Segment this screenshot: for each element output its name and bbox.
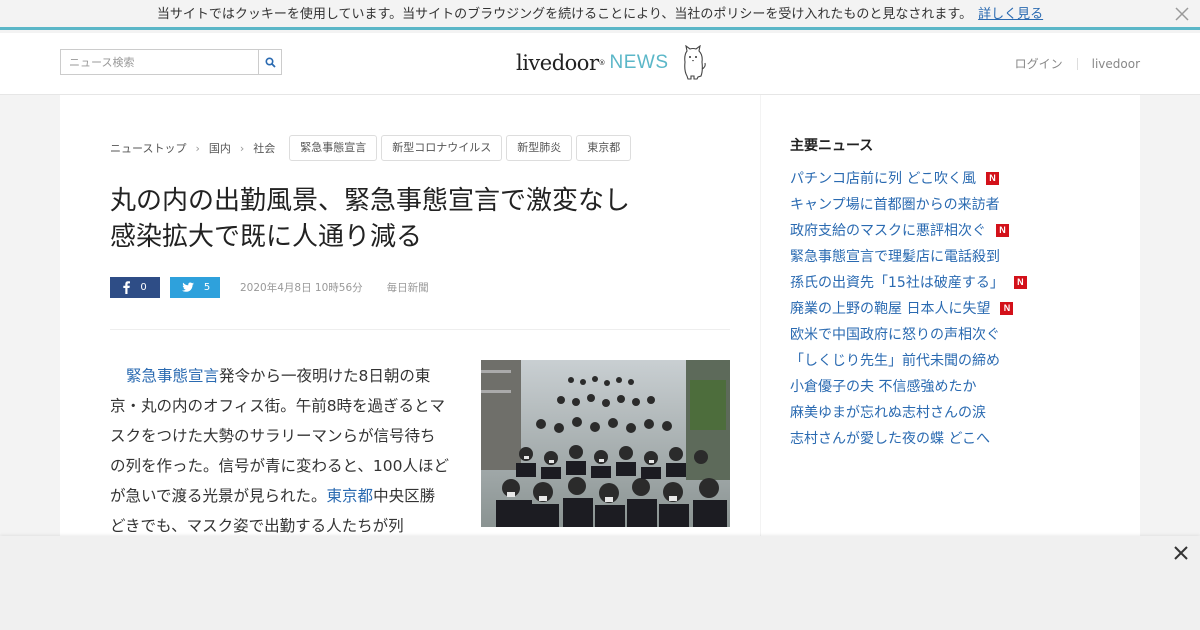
article-meta: 2020年4月8日 10時56分 毎日新聞	[240, 280, 429, 295]
twitter-count: 5	[203, 282, 211, 293]
top-news-list: パチンコ店前に列 どこ吹く風 N キャンプ場に首都圏からの来訪者 政府支給のマスク…	[790, 165, 1027, 451]
search-button[interactable]	[258, 49, 282, 75]
chevron-right-icon: ›	[239, 141, 245, 155]
divider	[110, 329, 730, 330]
list-item: キャンプ場に首都圏からの来訪者	[790, 191, 1027, 217]
search-box	[60, 49, 282, 75]
tag-emergency-declaration[interactable]: 緊急事態宣言	[289, 135, 378, 161]
breadcrumb-society[interactable]: 社会	[253, 140, 275, 156]
tag-tokyo[interactable]: 東京都	[576, 135, 632, 161]
cookie-banner: 当サイトではクッキーを使用しています。当サイトのブラウジングを続けることにより、…	[0, 0, 1200, 30]
tag-pneumonia[interactable]: 新型肺炎	[506, 135, 573, 161]
search-icon	[264, 56, 276, 68]
login-link[interactable]: ログイン	[1015, 55, 1063, 72]
list-item: 欧米で中国政府に怒りの声相次ぐ	[790, 321, 1027, 347]
list-item: パチンコ店前に列 どこ吹く風 N	[790, 165, 1027, 191]
tag-coronavirus[interactable]: 新型コロナウイルス	[381, 135, 503, 161]
article-source[interactable]: 毎日新聞	[387, 280, 429, 295]
facebook-icon	[123, 281, 131, 294]
new-badge: N	[996, 223, 1009, 237]
list-item: 緊急事態宣言で理髪店に電話殺到	[790, 243, 1027, 269]
list-item: 孫氏の出資先「15社は破産する」 N	[790, 269, 1027, 295]
twitter-share-button[interactable]: 5	[170, 277, 220, 298]
livedoor-link[interactable]: livedoor	[1092, 57, 1140, 71]
list-item: 「しくじり先生」前代未聞の締め	[790, 347, 1027, 373]
list-item: 志村さんが愛した夜の蝶 どこへ	[790, 425, 1027, 451]
article-title: 丸の内の出勤風景、緊急事態宣言で激変なし 感染拡大で既に人通り減る	[110, 183, 710, 255]
keyword-link-tokyo[interactable]: 東京都	[327, 487, 374, 505]
list-item: 小倉優子の夫 不信感強めたか	[790, 373, 1027, 399]
share-bar: 0 5 2020年4月8日 10時56分 毎日新聞	[110, 277, 429, 298]
cookie-message: 当サイトではクッキーを使用しています。当サイトのブラウジングを続けることにより、…	[156, 7, 973, 22]
list-item: 麻美ゆまが忘れぬ志村さんの涙	[790, 399, 1027, 425]
news-link[interactable]: 志村さんが愛した夜の蝶 どこへ	[790, 428, 990, 448]
body-paragraph-part1: 発令から一夜明けた8日朝の東京・丸の内のオフィス街。午前8時を過ぎるとマスクをつ…	[110, 367, 449, 505]
news-link[interactable]: 緊急事態宣言で理髪店に電話殺到	[790, 246, 1000, 266]
news-link[interactable]: 廃業の上野の鞄屋 日本人に失望	[790, 298, 990, 318]
keyword-link-emergency[interactable]: 緊急事態宣言	[126, 367, 219, 385]
news-link[interactable]: パチンコ店前に列 どこ吹く風	[790, 168, 976, 188]
cookie-details-link[interactable]: 詳しく見る	[978, 7, 1043, 22]
list-item: 政府支給のマスクに悪評相次ぐ N	[790, 217, 1027, 243]
logo-livedoor: livedoor	[516, 51, 599, 75]
logo-news: NEWS	[609, 52, 669, 73]
twitter-icon	[181, 281, 194, 292]
top-news-heading: 主要ニュース	[790, 138, 874, 154]
ad-banner	[0, 536, 1200, 630]
breadcrumb: ニューストップ › 国内 › 社会 緊急事態宣言 新型コロナウイルス 新型肺炎 …	[110, 135, 635, 161]
site-header: livedoor® NEWS ログイン livedoor	[0, 33, 1200, 95]
news-link[interactable]: キャンプ場に首都圏からの来訪者	[790, 194, 1000, 214]
new-badge: N	[1013, 275, 1027, 289]
logo-reg-mark: ®	[598, 59, 606, 67]
article-body: 緊急事態宣言発令から一夜明けた8日朝の東京・丸の内のオフィス街。午前8時を過ぎる…	[110, 361, 450, 541]
crowd-photo-image	[481, 360, 730, 527]
nav-divider	[1076, 57, 1078, 70]
breadcrumb-news-top[interactable]: ニューストップ	[110, 140, 186, 156]
title-line-1: 丸の内の出勤風景、緊急事態宣言で激変なし	[110, 186, 631, 216]
news-link[interactable]: 麻美ゆまが忘れぬ志村さんの涙	[790, 402, 986, 422]
dog-mascot-icon	[683, 45, 706, 80]
close-icon[interactable]	[1174, 6, 1190, 22]
search-input[interactable]	[60, 49, 258, 75]
article-photo[interactable]	[481, 360, 730, 527]
list-item: 廃業の上野の鞄屋 日本人に失望 N	[790, 295, 1027, 321]
topic-tags: 緊急事態宣言 新型コロナウイルス 新型肺炎 東京都	[289, 135, 635, 161]
breadcrumb-domestic[interactable]: 国内	[209, 140, 231, 156]
close-icon[interactable]	[1172, 544, 1190, 562]
chevron-right-icon: ›	[195, 141, 200, 155]
news-link[interactable]: 政府支給のマスクに悪評相次ぐ	[790, 220, 986, 240]
facebook-count: 0	[140, 282, 147, 293]
publish-date: 2020年4月8日 10時56分	[240, 282, 363, 294]
news-link[interactable]: 小倉優子の夫 不信感強めたか	[790, 376, 976, 396]
news-link[interactable]: 欧米で中国政府に怒りの声相次ぐ	[790, 324, 1000, 344]
site-logo[interactable]: livedoor ® NEWS	[516, 45, 707, 81]
header-nav: ログイン livedoor	[1015, 55, 1140, 72]
facebook-share-button[interactable]: 0	[110, 277, 160, 298]
title-line-2: 感染拡大で既に人通り減る	[110, 222, 423, 252]
news-link[interactable]: 孫氏の出資先「15社は破産する」	[790, 272, 1004, 292]
news-link[interactable]: 「しくじり先生」前代未聞の締め	[790, 350, 1000, 370]
new-badge: N	[1000, 301, 1014, 315]
new-badge: N	[986, 171, 1000, 185]
